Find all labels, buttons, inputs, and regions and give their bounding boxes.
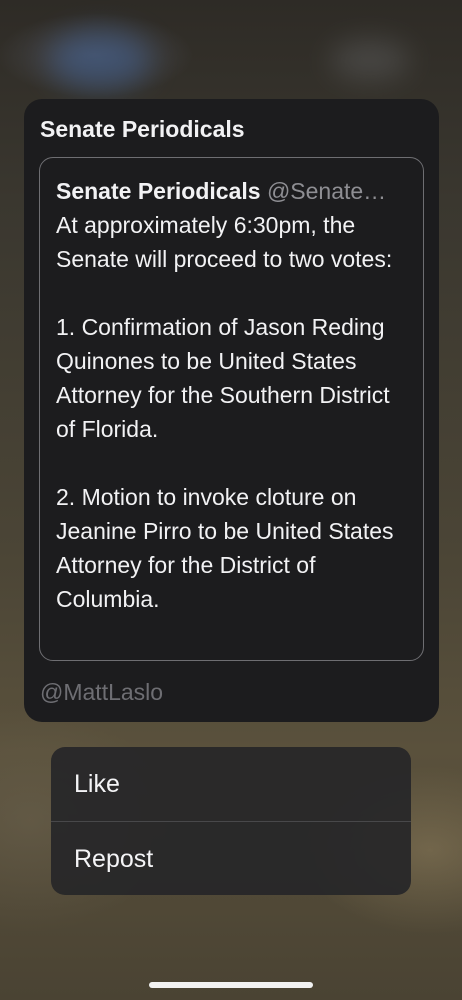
tweet-preview-card: Senate Periodicals Senate Periodicals @S… [24, 99, 439, 722]
tweet-author-handle: @Senate… [266, 178, 387, 204]
home-indicator[interactable] [149, 982, 313, 988]
like-label: Like [74, 769, 120, 798]
background-blur [50, 30, 150, 90]
preview-title: Senate Periodicals [40, 116, 245, 142]
preview-footer-handle: @MattLaslo [40, 679, 164, 705]
context-menu: Like Repost [51, 747, 411, 895]
repost-menu-item[interactable]: Repost [51, 822, 411, 895]
background-blur [330, 40, 410, 80]
tweet-author-name: Senate Periodicals [56, 178, 261, 204]
like-menu-item[interactable]: Like [51, 747, 411, 821]
embedded-tweet[interactable]: Senate Periodicals @Senate… At approxima… [39, 157, 424, 661]
tweet-text: At approximately 6:30pm, the Senate will… [56, 212, 394, 612]
tweet-header: Senate Periodicals @Senate… [56, 174, 409, 208]
repost-label: Repost [74, 844, 154, 873]
